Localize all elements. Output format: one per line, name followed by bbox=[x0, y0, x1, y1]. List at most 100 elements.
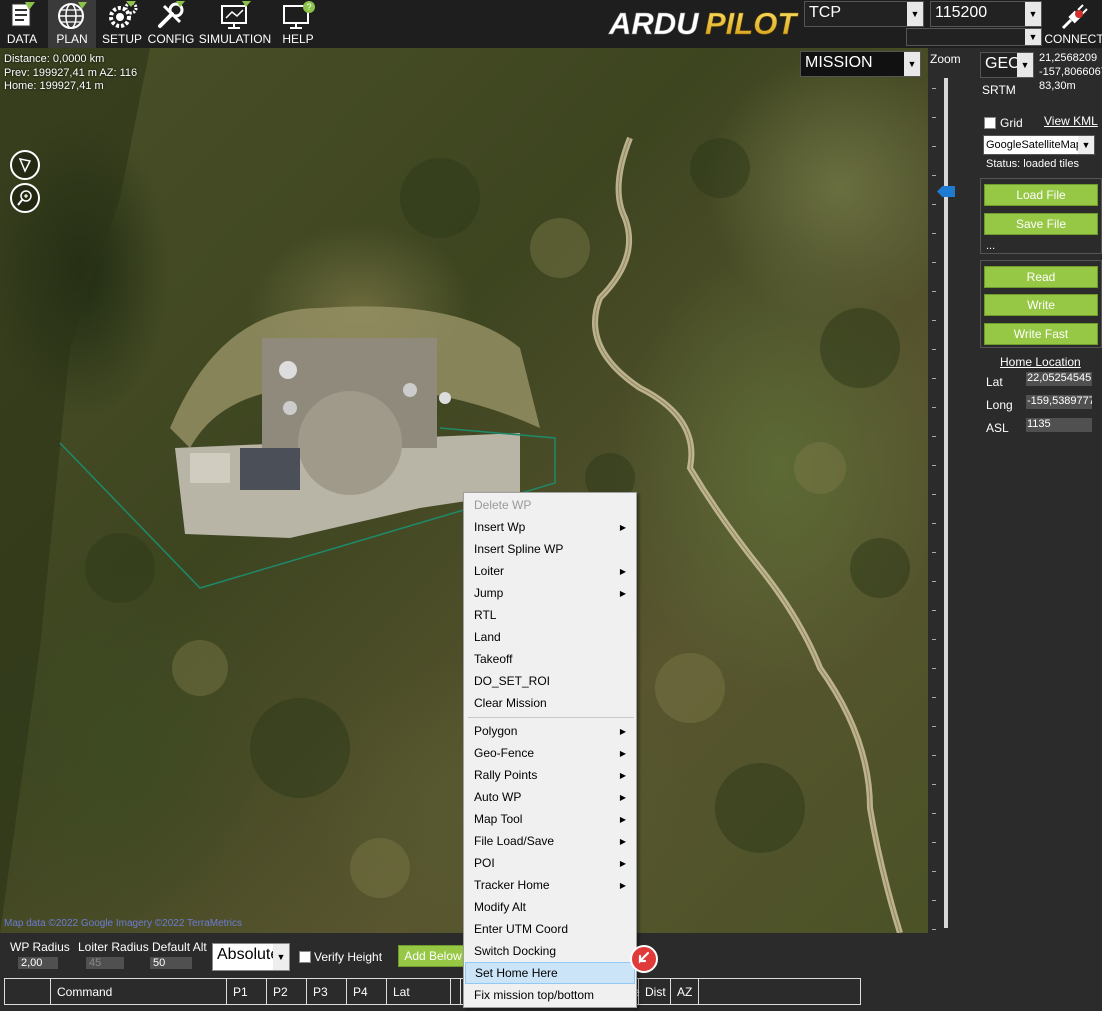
view-kml-link[interactable]: View KML bbox=[1044, 114, 1098, 128]
file-group-ellipsis: ... bbox=[986, 240, 996, 252]
zoom-tick bbox=[932, 581, 936, 582]
submenu-arrow-icon: ▶ bbox=[619, 858, 626, 868]
submenu-arrow-icon: ▶ bbox=[619, 814, 626, 824]
connect-button[interactable]: CONNECT bbox=[1044, 0, 1102, 48]
add-below-button[interactable]: Add Below bbox=[398, 945, 468, 967]
connection-type-select[interactable]: TCP ▼ bbox=[804, 1, 924, 27]
submenu-arrow-icon: ▶ bbox=[619, 836, 626, 846]
write-fast-button[interactable]: Write Fast bbox=[984, 323, 1098, 345]
menu-item-polygon[interactable]: Polygon ▶ bbox=[465, 720, 635, 742]
cursor-lat: 21,2568209 bbox=[1039, 52, 1098, 64]
grid-checkbox[interactable] bbox=[984, 117, 996, 129]
menu-item-set-home-here[interactable]: Set Home Here bbox=[465, 962, 635, 984]
help-button-label: HELP bbox=[282, 32, 314, 46]
config-button-label: CONFIG bbox=[147, 32, 195, 46]
menu-item-jump[interactable]: Jump ▶ bbox=[465, 582, 635, 604]
column-header[interactable] bbox=[5, 979, 51, 1004]
zoom-tick bbox=[932, 900, 936, 901]
flight-mode-value: MISSION bbox=[805, 54, 873, 71]
menu-item-poi[interactable]: POI ▶ bbox=[465, 852, 635, 874]
zoom-tick bbox=[932, 88, 936, 89]
menu-item-label: DO_SET_ROI bbox=[474, 674, 551, 688]
column-header[interactable]: Lat bbox=[387, 979, 451, 1004]
submenu-arrow-icon: ▶ bbox=[619, 566, 626, 576]
menu-item-geo-fence[interactable]: Geo-Fence ▶ bbox=[465, 742, 635, 764]
config-button[interactable]: CONFIG bbox=[148, 0, 194, 48]
menu-item-insert-wp[interactable]: Insert Wp ▶ bbox=[465, 516, 635, 538]
menu-item-fix-mission-top-bottom[interactable]: Fix mission top/bottom bbox=[465, 984, 635, 1006]
ruler-tool-button[interactable] bbox=[10, 150, 40, 180]
load-file-button[interactable]: Load File bbox=[984, 184, 1098, 206]
chevron-down-icon: ▼ bbox=[273, 944, 289, 970]
coord-mode-select[interactable]: GEO ▼ bbox=[980, 52, 1034, 78]
altitude-frame-select[interactable]: Absolute ▼ bbox=[212, 943, 290, 971]
loiter-radius-field[interactable]: 45 bbox=[86, 957, 124, 969]
column-header[interactable] bbox=[451, 979, 461, 1004]
menu-item-rally-points[interactable]: Rally Points ▶ bbox=[465, 764, 635, 786]
menu-item-file-load-save[interactable]: File Load/Save ▶ bbox=[465, 830, 635, 852]
data-icon bbox=[11, 2, 35, 27]
read-button[interactable]: Read bbox=[984, 266, 1098, 288]
svg-text:?: ? bbox=[306, 2, 311, 12]
menu-item-label: Polygon bbox=[474, 724, 518, 738]
home-asl-field[interactable]: 1135 bbox=[1026, 418, 1092, 432]
chevron-down-icon: ▼ bbox=[907, 2, 923, 26]
menu-item-label: Enter UTM Coord bbox=[474, 922, 569, 936]
map-type-select[interactable]: GoogleSatelliteMap ▼ bbox=[983, 135, 1095, 155]
simulation-button[interactable]: SIMULATION bbox=[198, 0, 272, 48]
menu-item-clear-mission[interactable]: Clear Mission bbox=[465, 692, 635, 714]
waypoint-grid-header: CommandP1P2P3P4LatDeleteGrad %AngleDistA… bbox=[4, 978, 861, 1005]
menu-item-insert-spline-wp[interactable]: Insert Spline WP bbox=[465, 538, 635, 560]
flight-mode-select[interactable]: MISSION ▼ bbox=[800, 51, 921, 77]
menu-item-tracker-home[interactable]: Tracker Home ▶ bbox=[465, 874, 635, 896]
column-header[interactable]: AZ bbox=[671, 979, 699, 1004]
menu-item-auto-wp[interactable]: Auto WP ▶ bbox=[465, 786, 635, 808]
column-header[interactable]: Command bbox=[51, 979, 227, 1004]
wp-radius-field[interactable]: 2,00 bbox=[18, 957, 58, 969]
write-button[interactable]: Write bbox=[984, 294, 1098, 316]
submenu-arrow-icon: ▶ bbox=[619, 726, 626, 736]
menu-item-loiter[interactable]: Loiter ▶ bbox=[465, 560, 635, 582]
menu-item-label: Modify Alt bbox=[474, 900, 527, 914]
setup-button[interactable]: SETUP bbox=[100, 0, 144, 48]
help-button[interactable]: ? HELP bbox=[276, 0, 320, 48]
connect-label: CONNECT bbox=[1044, 32, 1102, 46]
map-type-value: GoogleSatelliteMap bbox=[986, 139, 1083, 151]
menu-item-label: Set Home Here bbox=[475, 966, 558, 980]
column-header[interactable]: P3 bbox=[307, 979, 347, 1004]
column-header[interactable]: P2 bbox=[267, 979, 307, 1004]
distance-readout: Distance: 0,0000 km bbox=[4, 53, 105, 65]
plan-button[interactable]: PLAN bbox=[48, 0, 96, 48]
column-header[interactable]: Dist bbox=[639, 979, 671, 1004]
magnifier-icon bbox=[17, 190, 32, 206]
menu-item-takeoff[interactable]: Takeoff bbox=[465, 648, 635, 670]
menu-item-switch-docking[interactable]: Switch Docking bbox=[465, 940, 635, 962]
home-readout: Home: 199927,41 m bbox=[4, 80, 104, 92]
menu-item-land[interactable]: Land bbox=[465, 626, 635, 648]
submenu-arrow-icon: ▶ bbox=[619, 748, 626, 758]
menu-item-modify-alt[interactable]: Modify Alt bbox=[465, 896, 635, 918]
menu-item-enter-utm-coord[interactable]: Enter UTM Coord bbox=[465, 918, 635, 940]
zoom-tool-button[interactable] bbox=[10, 183, 40, 213]
menu-item-label: Geo-Fence bbox=[474, 746, 535, 760]
column-header[interactable]: P1 bbox=[227, 979, 267, 1004]
home-long-field[interactable]: -159,5389777 bbox=[1026, 395, 1092, 409]
menu-item-map-tool[interactable]: Map Tool ▶ bbox=[465, 808, 635, 830]
menu-item-do-set-roi[interactable]: DO_SET_ROI bbox=[465, 670, 635, 692]
menu-item-rtl[interactable]: RTL bbox=[465, 604, 635, 626]
save-file-button[interactable]: Save File bbox=[984, 213, 1098, 235]
menu-item-label: Loiter bbox=[474, 564, 505, 578]
secondary-port-select[interactable]: ▼ bbox=[906, 28, 1042, 46]
baud-rate-select[interactable]: 115200 ▼ bbox=[930, 1, 1042, 27]
verify-height-checkbox[interactable] bbox=[299, 951, 311, 963]
map-status: Status: loaded tiles bbox=[986, 158, 1079, 170]
home-lat-field[interactable]: 22,05254545 bbox=[1026, 372, 1092, 386]
zoom-tick bbox=[932, 494, 936, 495]
default-alt-field[interactable]: 50 bbox=[150, 957, 192, 969]
zoom-tick bbox=[932, 320, 936, 321]
data-button[interactable]: DATA bbox=[2, 0, 42, 48]
menu-item-label: Switch Docking bbox=[474, 944, 557, 958]
column-header[interactable]: P4 bbox=[347, 979, 387, 1004]
menu-item-delete-wp: Delete WP bbox=[465, 494, 635, 516]
zoom-slider-track[interactable] bbox=[944, 78, 948, 928]
